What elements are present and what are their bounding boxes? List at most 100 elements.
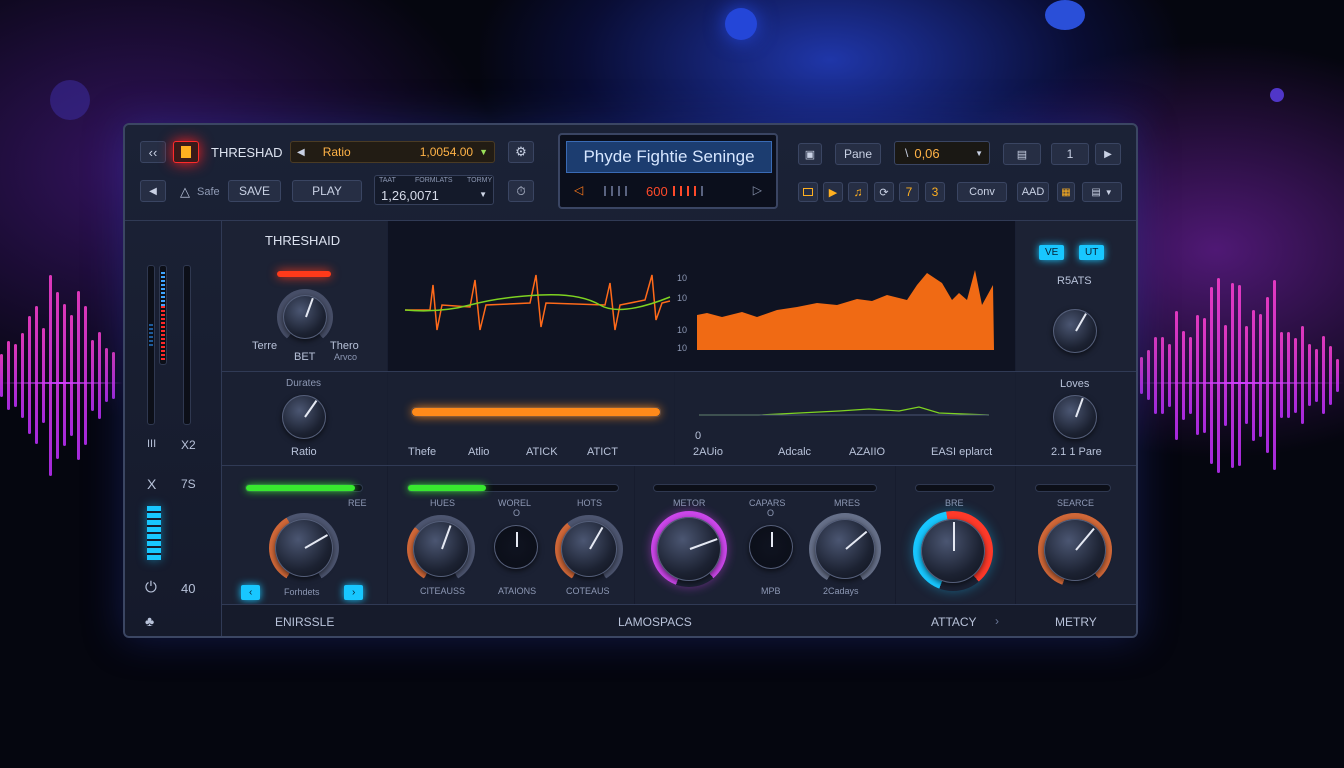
scale-label-1: 2AUio (693, 446, 723, 458)
clipboard-icon: ▣ (804, 148, 816, 161)
grid-button[interactable]: ▦ (1057, 182, 1075, 202)
scale-label-0: 0 (695, 430, 702, 442)
record-indicator[interactable] (173, 141, 199, 163)
lock-button[interactable]: ▤ (1003, 143, 1041, 165)
attack-slider[interactable] (411, 407, 661, 417)
note-button[interactable]: ♫ (848, 182, 868, 202)
display-meter: 600 (604, 183, 740, 199)
puzzle-icon[interactable]: ♣ (145, 613, 154, 629)
footer-attacy[interactable]: ATTACY (931, 615, 977, 629)
threshold-knob[interactable] (283, 295, 327, 339)
conv-button[interactable]: Conv (957, 182, 1007, 202)
transport-play-button[interactable]: ▶ (823, 182, 843, 202)
back-button[interactable]: ‹‹ (140, 141, 166, 163)
chip-ve[interactable]: VE (1039, 245, 1065, 260)
label-x2: X2 (181, 438, 196, 452)
right-top-knob[interactable] (1053, 309, 1097, 353)
settings-button[interactable]: ⚙ (508, 141, 534, 163)
searce-knob[interactable] (1044, 519, 1106, 581)
value-field-text: 0,06 (914, 145, 940, 161)
threshold-right-label: Thero (330, 340, 359, 352)
play-button[interactable]: PLAY (292, 180, 362, 202)
metor-bar[interactable] (653, 484, 877, 492)
sync-button[interactable]: ⟳ (874, 182, 894, 202)
graph-tick-1: 10 (677, 273, 688, 283)
metor-knob[interactable] (657, 517, 721, 581)
ensemble-label: REE (348, 498, 367, 508)
mres-knob[interactable] (815, 519, 875, 579)
worel-knob[interactable] (494, 525, 538, 569)
music-note-icon: ♫ (853, 185, 863, 199)
searce-bar[interactable] (1035, 484, 1111, 492)
loop-button[interactable] (798, 182, 818, 202)
power-icon[interactable]: ⏻ (145, 579, 157, 596)
add-button[interactable]: AAD (1017, 182, 1049, 202)
preset-display: Phyde Fightie Seninge ◁ 600 ▷ (558, 133, 778, 209)
capars-knob[interactable] (749, 525, 793, 569)
plugin-window: ‹‹ THRESHAD ◀ Ratio 1,0054.00 ▼ ⚙ ◀ △ Sa… (123, 123, 1138, 638)
hues-bar[interactable] (407, 484, 619, 492)
ratio-knob[interactable] (282, 395, 326, 439)
chevron-down-icon: ▼ (975, 148, 983, 158)
toggle-seven[interactable]: 7 (899, 182, 919, 202)
scale-label-4: EASI eplarct (931, 446, 993, 458)
bre-knob[interactable] (921, 519, 985, 583)
worel-sub: O (513, 508, 521, 518)
ensemble-next[interactable]: › (344, 585, 364, 600)
export-button[interactable]: ▤ ▼ (1082, 182, 1122, 202)
value-field[interactable]: \ 0,06 ▼ (894, 141, 990, 165)
ensemble-knob[interactable] (275, 519, 333, 577)
threshold-center-label: BET (294, 351, 316, 363)
chevron-left-icon: ◀ (297, 146, 305, 158)
graph-tick-4: 10 (677, 343, 688, 353)
export-icon: ▤ (1091, 186, 1101, 198)
hues-knob[interactable] (413, 521, 469, 577)
save-button[interactable]: SAVE (228, 180, 281, 202)
bre-bar[interactable] (915, 484, 995, 492)
prev-preset-icon[interactable]: ◁ (574, 183, 583, 197)
counter-value: 1,26,0071 (381, 188, 439, 203)
chevron-right-icon[interactable]: › (995, 614, 999, 628)
page-number[interactable]: 1 (1051, 143, 1089, 165)
worel-label: WOREL (498, 498, 532, 508)
footer-metry[interactable]: METRY (1055, 615, 1097, 629)
meter-left (147, 265, 155, 425)
toggle-three[interactable]: 3 (925, 182, 945, 202)
plugin-label: THRESHAD (211, 145, 283, 160)
timer-button[interactable]: ⏱ (508, 180, 534, 202)
loves-knob[interactable] (1053, 395, 1097, 439)
footer-lamospacs[interactable]: LAMOSPACS (618, 615, 692, 629)
mres-label: MRES (834, 498, 861, 508)
chevron-down-icon: ▼ (1104, 187, 1113, 197)
stopwatch-icon: ⏱ (516, 183, 526, 198)
double-chevron-left-icon: ‹‹ (148, 144, 158, 160)
ensemble-bar[interactable] (245, 484, 363, 492)
footer-ensemble[interactable]: ENIRSSLE (275, 615, 334, 629)
pane-button[interactable]: Pane (835, 143, 881, 165)
counter-field[interactable]: TAAT FORMLATS TORMY 1,26,0071 ▼ (374, 175, 494, 205)
preset-label: Safe (197, 186, 220, 198)
ratio-select[interactable]: ◀ Ratio 1,0054.00 ▼ (290, 141, 495, 163)
display-value: 600 (646, 183, 668, 199)
grid-icon: ▦ (1061, 186, 1071, 198)
clipboard-button[interactable]: ▣ (798, 143, 822, 165)
chip-ut[interactable]: UT (1079, 245, 1105, 260)
metor-bottom-1: MPB (761, 586, 781, 596)
threshold-title: THRESHAID (265, 233, 341, 248)
threshold-left-label: Terre (252, 340, 278, 352)
chevron-right-icon: ▶ (1104, 148, 1112, 160)
ensemble-prev[interactable]: ‹ (241, 585, 261, 600)
next-preset-icon[interactable]: ▷ (753, 183, 762, 197)
prev-button[interactable]: ◀ (140, 180, 166, 202)
counter-header-2: FORMLATS (415, 177, 453, 184)
ratio-label: Ratio (322, 145, 351, 159)
chevron-left-icon: ◀ (149, 185, 157, 197)
preset-name[interactable]: Phyde Fightie Seninge (566, 141, 772, 173)
forward-button[interactable]: ▶ (1095, 143, 1121, 165)
close-icon[interactable]: X (147, 476, 156, 492)
spectrum-graph (697, 270, 994, 350)
hots-knob[interactable] (561, 521, 617, 577)
threshold-right-sublabel: Arvco (334, 352, 358, 362)
ensemble-bottom-label: Forhdets (284, 587, 320, 597)
bar-label-3: ATICK (526, 446, 558, 458)
